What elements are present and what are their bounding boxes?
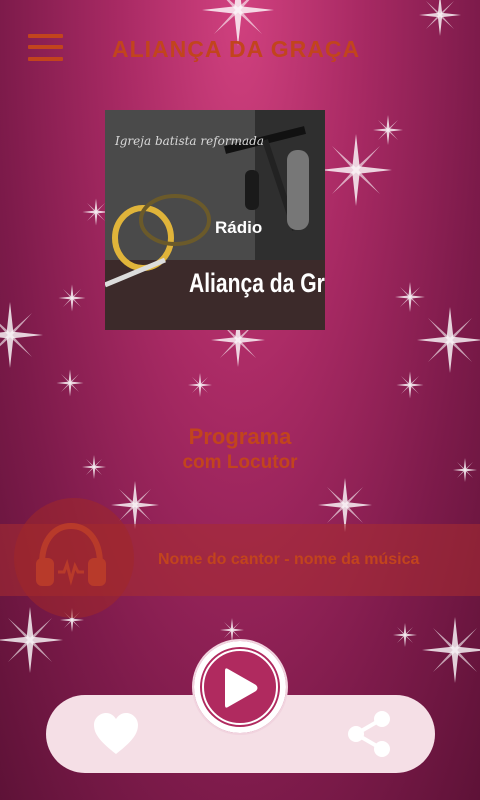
play-icon (225, 668, 258, 708)
cover-script-text: Igreja batista reformada (115, 134, 265, 148)
station-cover-image: Igreja batista reformada Rádio Aliança d… (105, 110, 325, 330)
now-playing-text: Nome do cantor - nome da música (158, 551, 420, 568)
hamburger-line (28, 45, 63, 49)
top-bar: ALIANÇA DA GRAÇA (0, 0, 480, 100)
program-subtitle: com Locutor (182, 452, 298, 473)
hamburger-icon (28, 34, 63, 38)
menu-button[interactable] (28, 33, 64, 63)
cover-station-name: Aliança da Gra (189, 268, 325, 298)
share-icon[interactable] (346, 710, 392, 758)
hamburger-line (28, 57, 63, 61)
program-title: Programa (188, 424, 292, 449)
heart-icon[interactable] (92, 712, 140, 756)
headphones-icon (36, 522, 106, 586)
cover-radio-text: Rádio (215, 218, 263, 237)
program-info: Programa com Locutor (0, 424, 480, 474)
play-button[interactable] (194, 641, 286, 733)
app-title: ALIANÇA DA GRAÇA (112, 36, 361, 62)
